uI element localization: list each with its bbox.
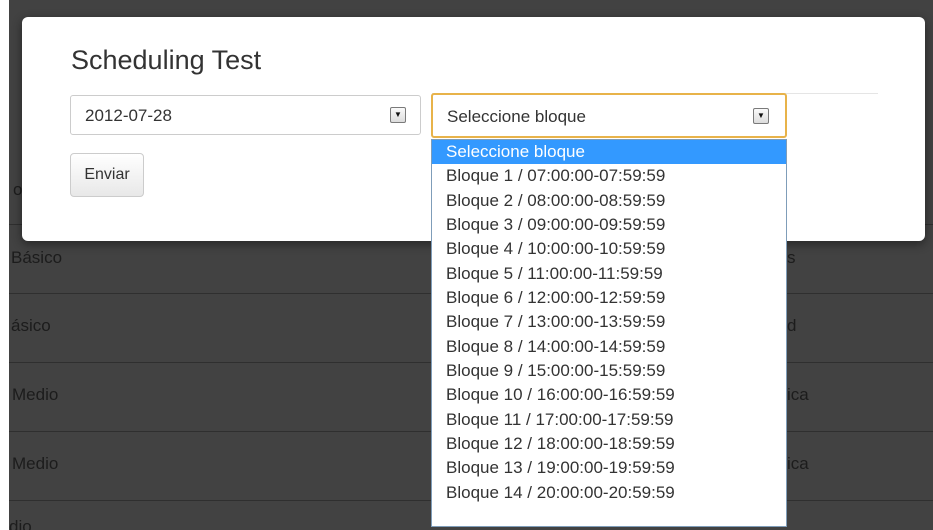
dropdown-option[interactable]: Bloque 3 / 09:00:00-09:59:59 [432,213,786,237]
table-cell: Medio [12,385,59,404]
table-cell: d [787,316,797,335]
dropdown-option[interactable]: Bloque 14 / 20:00:00-20:59:59 [432,481,786,505]
block-select[interactable]: Seleccione bloque ▼ [431,93,787,138]
page-left-margin [0,0,9,530]
table-cell: Básico [11,248,63,267]
table-cell: ásico [11,316,51,335]
block-dropdown-list[interactable]: Seleccione bloque Bloque 1 / 07:00:00-07… [431,139,787,527]
dropdown-option[interactable]: Bloque 11 / 17:00:00-17:59:59 [432,408,786,432]
table-cell: ica [787,385,809,404]
modal-title: Scheduling Test [71,45,262,75]
date-select-value: 2012-07-28 [85,106,172,125]
dropdown-option[interactable]: Bloque 1 / 07:00:00-07:59:59 [432,164,786,188]
table-cell: s [787,248,796,267]
dropdown-option[interactable]: Bloque 10 / 16:00:00-16:59:59 [432,383,786,407]
dropdown-option[interactable]: Bloque 13 / 19:00:00-19:59:59 [432,456,786,480]
submit-button[interactable]: Enviar [70,153,144,197]
table-cell: ica [787,454,809,473]
dropdown-option[interactable]: Bloque 2 / 08:00:00-08:59:59 [432,189,786,213]
dropdown-arrow-icon[interactable]: ▼ [753,108,769,124]
dropdown-option[interactable]: Seleccione bloque [432,140,786,165]
dropdown-option[interactable]: Bloque 7 / 13:00:00-13:59:59 [432,310,786,334]
dropdown-option[interactable]: Bloque 12 / 18:00:00-18:59:59 [432,432,786,456]
dropdown-option[interactable]: Bloque 6 / 12:00:00-12:59:59 [432,286,786,310]
table-cell: Medio [12,454,59,473]
dropdown-option[interactable]: Bloque 9 / 15:00:00-15:59:59 [432,359,786,383]
table-cell: dio [9,517,32,530]
dropdown-option[interactable]: Bloque 5 / 11:00:00-11:59:59 [432,262,786,286]
date-select[interactable]: 2012-07-28 ▼ [70,95,421,135]
dropdown-arrow-icon[interactable]: ▼ [390,107,406,123]
dropdown-option[interactable]: Bloque 4 / 10:00:00-10:59:59 [432,237,786,261]
block-select-value: Seleccione bloque [447,107,586,126]
dropdown-option[interactable]: Bloque 8 / 14:00:00-14:59:59 [432,335,786,359]
